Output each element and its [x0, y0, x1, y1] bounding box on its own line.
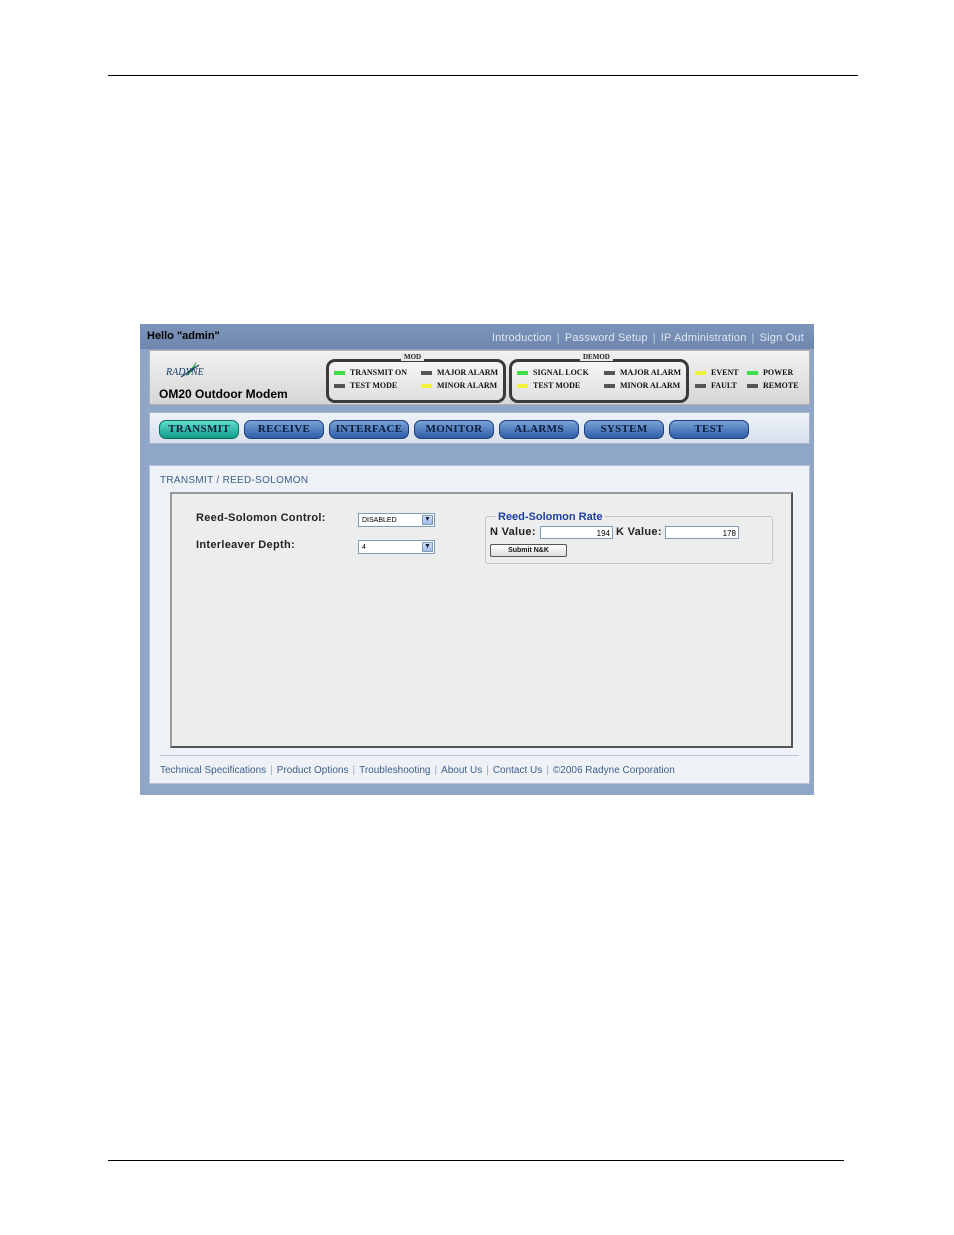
led-icon	[604, 371, 615, 376]
n-value-input[interactable]: 194	[540, 526, 613, 539]
page-top-rule	[108, 75, 858, 76]
tab-test[interactable]: TEST	[669, 420, 749, 439]
led-icon	[421, 384, 432, 389]
led-icon	[695, 384, 706, 389]
indicator-test-mode: TEST MODE	[517, 381, 580, 390]
demod-title: DEMOD	[580, 353, 613, 361]
interleaver-depth-select[interactable]: 4 ▼	[358, 540, 435, 554]
copyright: ©2006 Radyne Corporation	[552, 765, 675, 776]
led-icon	[334, 384, 345, 389]
rs-control-select[interactable]: DISABLED ▼	[358, 513, 435, 527]
settings-panel: Reed-Solomon Control: DISABLED ▼ Interle…	[170, 492, 793, 748]
led-icon	[604, 384, 615, 389]
content-area: TRANSMIT / REED-SOLOMON Reed-Solomon Con…	[149, 465, 810, 784]
k-value-label: K Value:	[616, 526, 662, 538]
link-technical-specifications[interactable]: Technical Specifications	[160, 765, 266, 776]
demod-status-group: DEMOD SIGNAL LOCK TEST MODE MAJOR ALARM …	[509, 353, 689, 403]
tab-alarms[interactable]: ALARMS	[499, 420, 579, 439]
tab-monitor[interactable]: MONITOR	[414, 420, 494, 439]
indicator-test-mode: TEST MODE	[334, 381, 397, 390]
indicator-transmit-on: TRANSMIT ON	[334, 368, 407, 377]
footer-links: Technical Specifications | Product Options…	[160, 765, 675, 776]
indicator-fault: FAULT	[695, 381, 737, 390]
led-icon	[747, 384, 758, 389]
indicator-major-alarm: MAJOR ALARM	[421, 368, 498, 377]
interleaver-depth-label: Interleaver Depth:	[196, 539, 295, 551]
logo-text: RADYNE	[166, 367, 204, 378]
k-value-input[interactable]: 178	[665, 526, 739, 539]
led-icon	[334, 371, 345, 376]
led-icon	[517, 371, 528, 376]
mod-title: MOD	[401, 353, 425, 361]
tab-receive[interactable]: RECEIVE	[244, 420, 324, 439]
link-contact-us[interactable]: Contact Us	[493, 765, 542, 776]
indicator-minor-alarm: MINOR ALARM	[604, 381, 680, 390]
indicator-event: EVENT	[695, 368, 739, 377]
chevron-down-icon: ▼	[422, 515, 433, 525]
tab-bar: TRANSMIT RECEIVE INTERFACE MONITOR ALARM…	[149, 412, 810, 444]
rs-rate-title: Reed-Solomon Rate	[496, 511, 605, 523]
mod-status-group: MOD TRANSMIT ON TEST MODE MAJOR ALARM MI…	[326, 353, 506, 403]
led-icon	[517, 384, 528, 389]
indicator-remote: REMOTE	[747, 381, 799, 390]
link-about-us[interactable]: About Us	[441, 765, 482, 776]
header-panel: RADYNE OM20 Outdoor Modem MOD TRANSMIT O…	[149, 350, 810, 405]
top-links: Introduction | Password Setup | IP Administr…	[491, 332, 804, 344]
tab-transmit[interactable]: TRANSMIT	[159, 420, 239, 439]
link-introduction[interactable]: Introduction	[492, 332, 552, 344]
greeting: Hello "admin"	[147, 330, 220, 342]
indicator-major-alarm: MAJOR ALARM	[604, 368, 681, 377]
link-ip-administration[interactable]: IP Administration	[661, 332, 747, 344]
footer-divider	[160, 755, 799, 756]
n-value-label: N Value:	[490, 526, 536, 538]
page-bottom-rule	[108, 1160, 844, 1161]
model-name: OM20 Outdoor Modem	[159, 387, 288, 401]
led-icon	[747, 371, 758, 376]
led-icon	[695, 371, 706, 376]
indicator-minor-alarm: MINOR ALARM	[421, 381, 497, 390]
chevron-down-icon: ▼	[422, 542, 433, 552]
link-product-options[interactable]: Product Options	[277, 765, 349, 776]
tab-system[interactable]: SYSTEM	[584, 420, 664, 439]
indicator-power: POWER	[747, 368, 793, 377]
indicator-signal-lock: SIGNAL LOCK	[517, 368, 589, 377]
tab-interface[interactable]: INTERFACE	[329, 420, 409, 439]
app-window: Hello "admin" Introduction | Password Setu…	[140, 324, 814, 795]
link-sign-out[interactable]: Sign Out	[760, 332, 804, 344]
breadcrumb: TRANSMIT / REED-SOLOMON	[160, 475, 309, 486]
link-password-setup[interactable]: Password Setup	[565, 332, 648, 344]
reed-solomon-rate-group: Reed-Solomon Rate N Value: 194 K Value: …	[485, 511, 773, 564]
top-bar: Hello "admin" Introduction | Password Setu…	[140, 324, 814, 349]
submit-nk-button[interactable]: Submit N&K	[490, 544, 567, 557]
rs-control-label: Reed-Solomon Control:	[196, 512, 326, 524]
link-troubleshooting[interactable]: Troubleshooting	[359, 765, 430, 776]
led-icon	[421, 371, 432, 376]
